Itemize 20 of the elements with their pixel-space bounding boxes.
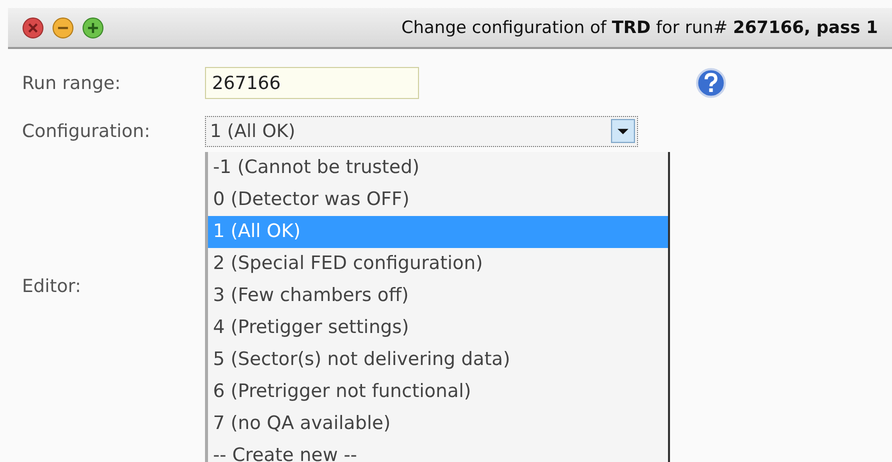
run-range-field[interactable]: 267166 <box>205 67 419 99</box>
field-label: Editor: <box>22 276 82 296</box>
field-label: Configuration: <box>22 120 152 142</box>
field-label: Run range: <box>22 72 122 94</box>
help-icon[interactable] <box>695 67 727 99</box>
maximize-icon[interactable] <box>82 16 104 38</box>
dropdown-option[interactable]: -- Create new -- <box>208 440 668 462</box>
configuration-dropdown[interactable]: 1 (All OK) <box>205 116 638 146</box>
dropdown-option[interactable]: 2 (Special FED configuration) <box>208 248 668 280</box>
window-title: Change configuration of TRD for run# 267166, pass 1 <box>401 18 879 38</box>
dropdown-option[interactable]: 0 (Detector was OFF) <box>208 184 668 216</box>
dropdown-option[interactable]: 3 (Few chambers off) <box>208 280 668 312</box>
dropdown-option[interactable]: 5 (Sector(s) not delivering data) <box>208 344 668 376</box>
close-icon[interactable] <box>22 16 44 38</box>
caret-icon[interactable] <box>611 119 635 143</box>
dropdown-option[interactable]: -1 (Cannot be trusted) <box>208 152 668 184</box>
dropdown-option[interactable]: 7 (no QA available) <box>208 408 668 440</box>
dropdown-option[interactable]: 6 (Pretrigger not functional) <box>208 376 668 408</box>
dropdown-option[interactable]: 4 (Pretigger settings) <box>208 312 668 344</box>
minimize-icon[interactable] <box>52 16 74 38</box>
